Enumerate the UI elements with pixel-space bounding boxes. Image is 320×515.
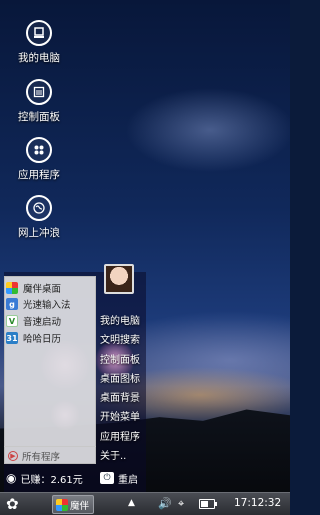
globe-icon — [26, 195, 52, 221]
start-button[interactable]: ✿ — [6, 496, 26, 513]
menu-item-label: 哈哈日历 — [23, 334, 62, 345]
taskbar-item-label: 魔伴 — [70, 500, 90, 512]
control-panel-icon — [26, 79, 52, 105]
desktop-icon-label: 控制面板 — [18, 111, 60, 123]
restart-button[interactable]: ⏻ 重启 — [100, 471, 138, 486]
restart-label: 重启 — [118, 474, 138, 486]
computer-icon — [26, 20, 52, 46]
menu-item-label: 魔伴桌面 — [23, 284, 62, 295]
start-menu-link-desktop-icons[interactable]: 桌面图标 — [100, 370, 140, 385]
desktop-icon-label: 我的电脑 — [18, 52, 60, 64]
taskbar-item-mobant[interactable]: 魔伴 — [52, 495, 94, 514]
earned-label: 已赚：2.61元 — [20, 474, 83, 486]
start-menu-item-calendar[interactable]: 31 哈哈日历 — [6, 331, 61, 345]
all-programs-label: 所有程序 — [22, 451, 61, 463]
earned-status: ◉ 已赚：2.61元 — [6, 471, 83, 486]
desktop-icon-web-surf[interactable]: 网上冲浪 — [8, 195, 70, 240]
tray-expand-arrow-icon[interactable]: ▲ — [128, 498, 135, 508]
menu-item-label: 光速输入法 — [23, 300, 71, 311]
taskbar: ✿ 魔伴 ▲ 🔊 ⌖ 17:12:32 — [0, 492, 290, 515]
apps-icon — [26, 137, 52, 163]
start-menu-link-desktop-background[interactable]: 桌面背景 — [100, 389, 140, 404]
money-bag-icon: ◉ — [6, 471, 17, 485]
start-menu-item-launcher[interactable]: V 音速启动 — [6, 314, 61, 328]
start-menu-link-about[interactable]: 关于.. — [100, 447, 126, 462]
all-programs-button[interactable]: ▶ 所有程序 — [4, 446, 96, 464]
start-menu-link-control-panel[interactable]: 控制面板 — [100, 351, 140, 366]
battery-level — [201, 501, 208, 507]
start-menu-item-mobant[interactable]: 魔伴桌面 — [6, 281, 61, 295]
arrow-right-icon: ▶ — [8, 450, 18, 461]
start-menu-link-my-computer[interactable]: 我的电脑 — [100, 312, 140, 327]
calendar-icon: 31 — [6, 332, 18, 344]
desktop-icon-label: 应用程序 — [18, 169, 60, 181]
desktop-icon-control-panel[interactable]: 控制面板 — [8, 79, 70, 124]
volume-icon[interactable]: 🔊 — [158, 497, 172, 510]
start-menu-link-search[interactable]: 文明搜索 — [100, 331, 140, 346]
clock[interactable]: 17:12:32 — [234, 497, 281, 509]
battery-icon[interactable] — [199, 499, 217, 509]
menu-item-label: 音速启动 — [23, 317, 62, 328]
input-method-icon: g — [6, 298, 18, 310]
desktop-icon-label: 网上冲浪 — [18, 227, 60, 239]
mobant-icon — [6, 282, 18, 294]
desktop-icon-my-computer[interactable]: 我的电脑 — [8, 20, 70, 65]
launcher-icon: V — [6, 315, 18, 327]
wifi-icon[interactable]: ⌖ — [178, 497, 184, 511]
desktop-icon-applications[interactable]: 应用程序 — [8, 137, 70, 182]
power-icon: ⏻ — [100, 472, 114, 484]
start-menu-footer: ◉ 已赚：2.61元 ⏻ 重启 — [4, 466, 146, 490]
mobant-icon — [56, 498, 68, 511]
start-menu-item-input-method[interactable]: g 光速输入法 — [6, 297, 71, 311]
start-menu-link-start-menu[interactable]: 开始菜单 — [100, 408, 140, 423]
start-menu-link-applications[interactable]: 应用程序 — [100, 428, 140, 443]
user-avatar[interactable] — [104, 264, 134, 294]
